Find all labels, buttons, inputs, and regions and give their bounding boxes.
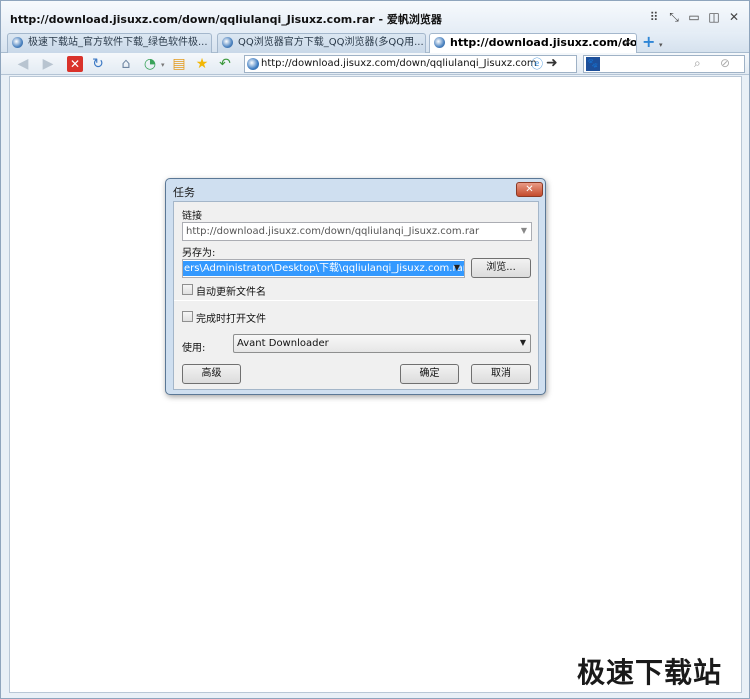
link-dropdown-icon[interactable]: ▼ xyxy=(521,226,527,235)
dialog-body: 链接 http://download.jisuxz.com/down/qqliu… xyxy=(173,201,539,390)
ok-button[interactable]: 确定 xyxy=(400,364,459,384)
grid-icon[interactable]: ⠿ xyxy=(645,9,663,25)
search-options-icon[interactable]: ⊘ xyxy=(720,56,730,70)
browser-window: http://download.jisuxz.com/down/qqliulan… xyxy=(0,0,750,699)
tab-favicon-icon xyxy=(12,37,23,48)
new-tab-button[interactable]: + xyxy=(642,32,655,51)
tab-bar: 极速下载站_官方软件下载_绿色软件极... QQ浏览器官方下载_QQ浏览器(多Q… xyxy=(1,32,749,54)
use-label: 使用: xyxy=(182,343,206,354)
divider xyxy=(174,300,538,301)
link-label: 链接 xyxy=(182,211,202,222)
tab-download-active[interactable]: http://download.jisuxz.com/down... × xyxy=(429,33,637,54)
ie-engine-icon[interactable]: ⓔ xyxy=(531,57,545,71)
history-dropdown-icon[interactable]: ▾ xyxy=(161,61,165,69)
back-icon[interactable]: ◀ xyxy=(14,55,32,73)
open-when-done-checkbox[interactable] xyxy=(182,311,193,322)
advanced-button[interactable]: 高级 xyxy=(182,364,241,384)
refresh-icon[interactable]: ↻ xyxy=(89,55,107,73)
restore-icon[interactable]: ◫ xyxy=(705,9,723,25)
favorites-add-icon[interactable]: ▤ xyxy=(170,55,188,73)
tab-label: 极速下载站_官方软件下载_绿色软件极... xyxy=(28,37,208,48)
auto-update-checkbox[interactable] xyxy=(182,284,193,295)
toolbar: ◀ ▶ ✕ ↻ ⌂ ◔ ▾ ▤ ★ ↶ http://download.jisu… xyxy=(1,53,749,75)
page-favicon-icon xyxy=(247,58,259,70)
undo-icon[interactable]: ↶ xyxy=(216,55,234,73)
new-tab-dropdown-icon[interactable]: ▾ xyxy=(659,41,663,49)
auto-update-label[interactable]: 自动更新文件名 xyxy=(196,283,266,298)
close-icon[interactable]: ✕ xyxy=(725,9,743,25)
stop-icon[interactable]: ✕ xyxy=(67,56,83,72)
tab-label: http://download.jisuxz.com/down... xyxy=(450,36,637,49)
search-engine-icon[interactable]: 🐾 xyxy=(586,57,600,71)
downloader-select[interactable]: Avant Downloader ▼ xyxy=(233,334,531,353)
title-bar: http://download.jisuxz.com/down/qqliulan… xyxy=(1,1,749,34)
search-box[interactable]: 🐾 ⌕ ⊘ xyxy=(583,55,745,73)
pin-icon[interactable]: ⤡ xyxy=(665,9,683,25)
link-value: http://download.jisuxz.com/down/qqliulan… xyxy=(186,226,480,237)
search-icon[interactable]: ⌕ xyxy=(694,56,701,71)
cancel-button[interactable]: 取消 xyxy=(471,364,531,384)
link-field[interactable]: http://download.jisuxz.com/down/qqliulan… xyxy=(182,222,532,241)
tab-favicon-icon xyxy=(434,37,445,48)
open-when-done-label[interactable]: 完成时打开文件 xyxy=(196,310,266,325)
tab-label: QQ浏览器官方下载_QQ浏览器(多QQ用... xyxy=(238,37,424,48)
save-as-field[interactable]: ers\Administrator\Desktop\下载\qqliulanqi_… xyxy=(182,259,465,278)
address-text[interactable]: http://download.jisuxz.com/down/qqliulan… xyxy=(261,58,537,69)
tab-jisuxz[interactable]: 极速下载站_官方软件下载_绿色软件极... xyxy=(7,33,212,53)
history-icon[interactable]: ◔ xyxy=(141,55,159,73)
tab-qq-browser[interactable]: QQ浏览器官方下载_QQ浏览器(多QQ用... xyxy=(217,33,426,53)
save-as-dropdown-icon[interactable]: ▼ xyxy=(454,263,460,272)
favorites-icon[interactable]: ★ xyxy=(193,55,211,73)
browse-button[interactable]: 浏览... xyxy=(471,258,531,278)
home-icon[interactable]: ⌂ xyxy=(117,55,135,73)
task-dialog: 任务 ✕ 链接 http://download.jisuxz.com/down/… xyxy=(165,178,546,395)
watermark-logo: 极速下载站 xyxy=(577,656,723,689)
save-as-value[interactable]: ers\Administrator\Desktop\下载\qqliulanqi_… xyxy=(183,261,464,276)
address-bar[interactable]: http://download.jisuxz.com/down/qqliulan… xyxy=(244,55,577,73)
save-as-label: 另存为: xyxy=(182,248,216,259)
chevron-down-icon[interactable]: ▼ xyxy=(520,338,526,347)
forward-icon[interactable]: ▶ xyxy=(39,55,57,73)
tab-favicon-icon xyxy=(222,37,233,48)
minimize-icon[interactable]: ▭ xyxy=(685,9,703,25)
downloader-value: Avant Downloader xyxy=(237,338,329,349)
window-title: http://download.jisuxz.com/down/qqliulan… xyxy=(10,13,442,26)
tab-close-icon[interactable]: × xyxy=(624,34,632,52)
go-arrow-icon[interactable]: ➜ xyxy=(546,55,558,71)
dialog-close-button[interactable]: ✕ xyxy=(516,182,543,197)
dialog-title: 任务 xyxy=(173,186,195,199)
